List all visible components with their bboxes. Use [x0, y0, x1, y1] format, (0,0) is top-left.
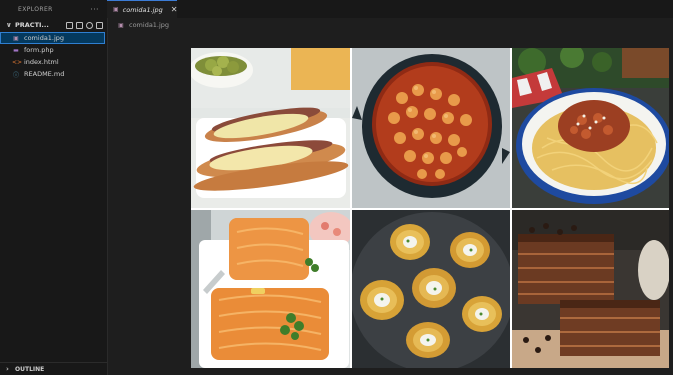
- file-item-form[interactable]: ▬ form.php: [0, 44, 107, 56]
- outline-label: OUTLINE: [15, 365, 45, 373]
- file-item-comida1[interactable]: ▣ comida1.jpg: [0, 32, 105, 44]
- tab-bar: ▣ comida1.jpg ✕: [107, 0, 673, 18]
- workspace-folder-label: PRACTI...: [15, 21, 49, 29]
- tab-label: comida1.jpg: [122, 5, 163, 14]
- outline-section[interactable]: › OUTLINE: [0, 362, 107, 375]
- image-file-icon: ▣: [13, 34, 19, 42]
- new-folder-icon[interactable]: [76, 21, 83, 29]
- tab-comida1[interactable]: ▣ comida1.jpg ✕: [107, 0, 177, 18]
- food-photo-hot-dogs: [191, 48, 350, 208]
- vscode-window: EXPLORER ··· ∨ PRACTI... ▣ comida1.jpg ▬…: [0, 0, 673, 375]
- info-file-icon: ⓘ: [12, 71, 19, 79]
- file-item-readme[interactable]: ⓘ README.md: [0, 68, 107, 80]
- new-file-icon[interactable]: [66, 21, 73, 29]
- breadcrumb-item[interactable]: comida1.jpg: [129, 21, 169, 29]
- file-label: form.php: [24, 46, 54, 54]
- food-photo-spaghetti: [512, 48, 669, 208]
- chevron-right-icon[interactable]: ›: [6, 365, 12, 373]
- file-label: README.md: [24, 70, 65, 78]
- image-file-icon: ▣: [118, 21, 124, 29]
- folder-actions: [66, 21, 103, 29]
- refresh-icon[interactable]: [86, 21, 93, 29]
- food-photo-salmon: [191, 210, 350, 368]
- file-label: index.html: [24, 58, 59, 66]
- explorer-header: EXPLORER ···: [0, 0, 107, 18]
- chevron-down-icon[interactable]: ∨: [6, 21, 12, 29]
- food-photo-chocolate-cake: [512, 210, 669, 368]
- workspace-folder[interactable]: ∨ PRACTI...: [0, 18, 107, 32]
- file-label: comida1.jpg: [24, 34, 65, 42]
- collapse-all-icon[interactable]: [96, 21, 103, 29]
- explorer-title: EXPLORER: [18, 5, 53, 13]
- explorer-sidebar: EXPLORER ··· ∨ PRACTI... ▣ comida1.jpg ▬…: [0, 0, 108, 375]
- html-file-icon: <>: [12, 58, 23, 66]
- close-icon[interactable]: ✕: [171, 5, 178, 14]
- file-item-index[interactable]: <> index.html: [0, 56, 107, 68]
- food-photo-smashed-potatoes: [352, 210, 510, 368]
- more-actions-icon[interactable]: ···: [90, 5, 99, 14]
- php-file-icon: ▬: [13, 46, 19, 54]
- food-photo-chickpea-stew: [352, 48, 510, 208]
- breadcrumb: ▣ comida1.jpg: [107, 18, 673, 32]
- image-preview: [191, 48, 669, 368]
- image-file-icon: ▣: [113, 6, 119, 13]
